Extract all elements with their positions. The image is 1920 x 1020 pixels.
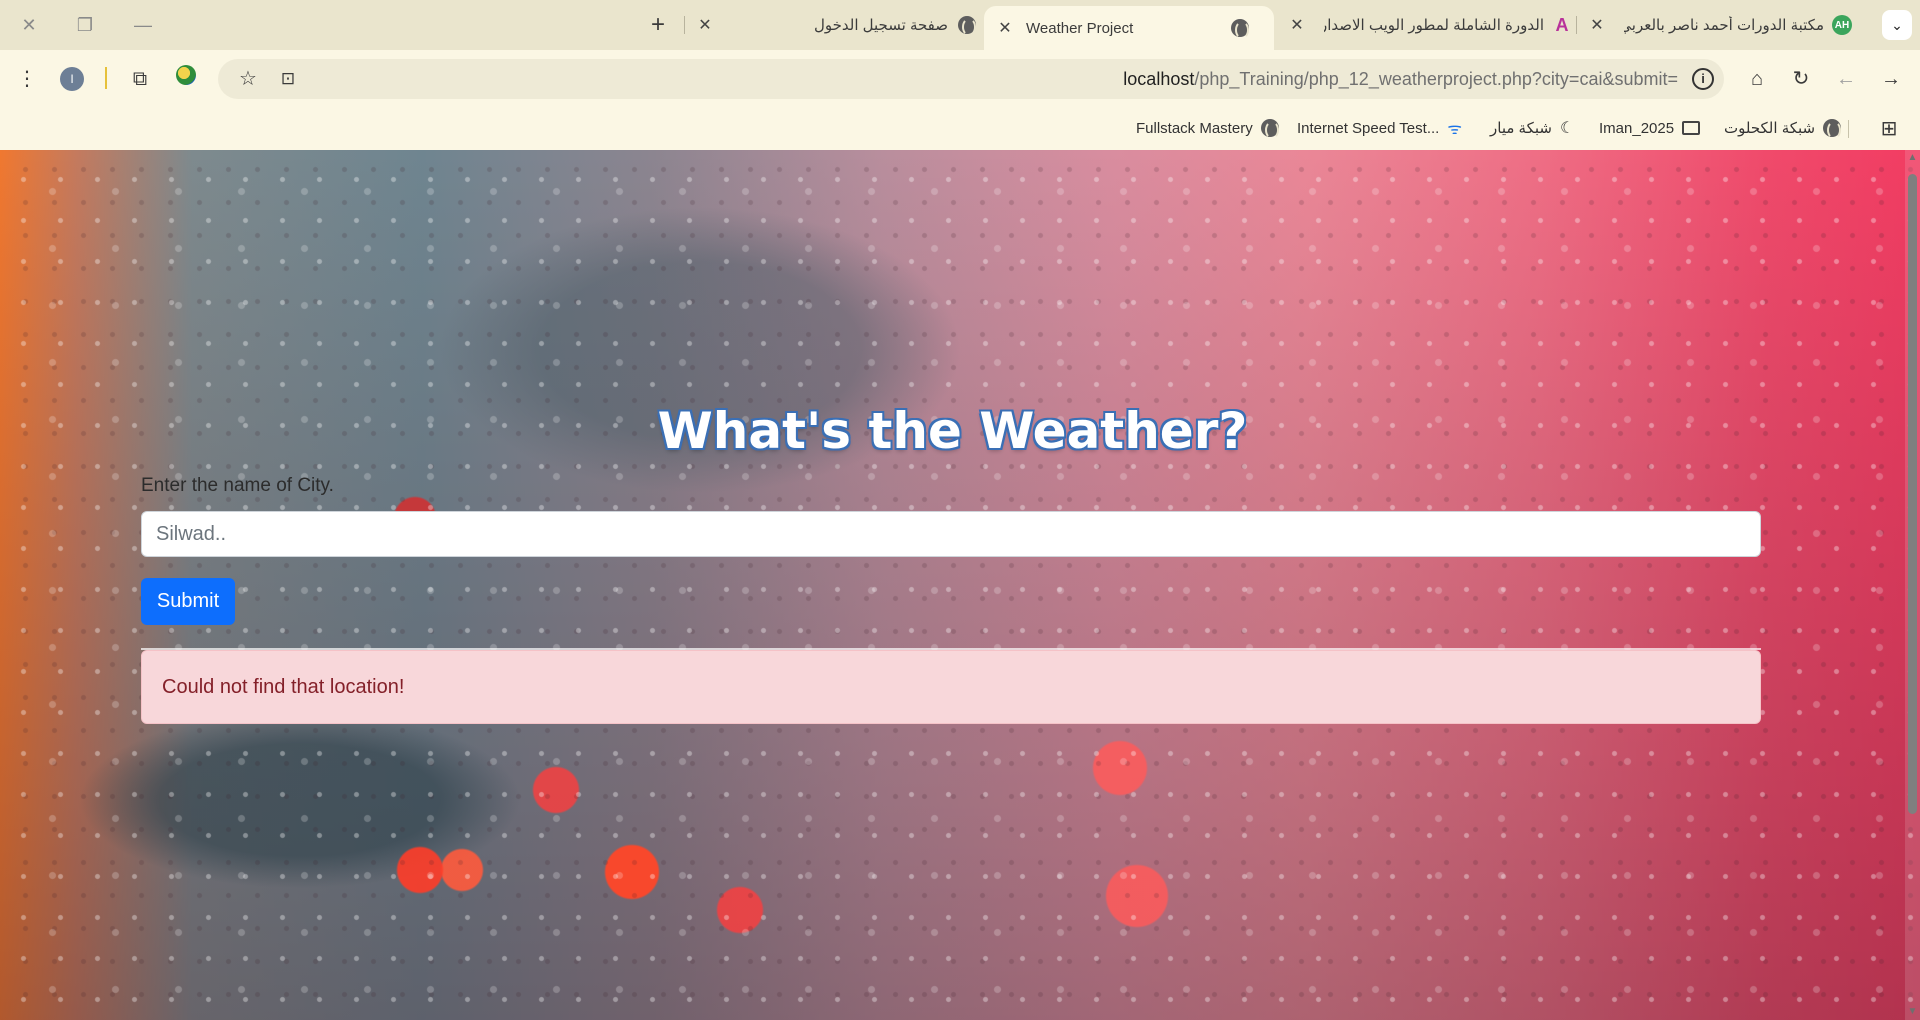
globe-icon bbox=[1823, 119, 1842, 139]
url-text[interactable]: localhost/php_Training/php_12_weatherpro… bbox=[1123, 59, 1678, 99]
globe-icon bbox=[1260, 119, 1279, 139]
extension-globe-icon[interactable] bbox=[172, 65, 200, 93]
browser-toolbar: ⋮ I ⧉ ☆ ⊡ localhost/php_Training/php_12_… bbox=[0, 50, 1920, 107]
tab-weather-project[interactable]: ✕ Weather Project bbox=[984, 6, 1274, 50]
bookmark-speed-test[interactable]: Internet Speed Test... ᯤ bbox=[1297, 117, 1462, 139]
course-logo-icon: A bbox=[1555, 14, 1569, 35]
rain-background bbox=[0, 150, 1920, 1020]
tab-title: الدورة الشاملة لمطور الويب الاصدار bbox=[1324, 17, 1544, 34]
close-tab-icon[interactable]: ✕ bbox=[1584, 15, 1610, 35]
bookmark-kahlout[interactable]: شبكة الكحلوت bbox=[1724, 117, 1842, 139]
site-info-icon[interactable]: i bbox=[1692, 68, 1714, 90]
tab-title: Weather Project bbox=[1026, 19, 1134, 37]
url-path: /php_Training/php_12_weatherproject.php?… bbox=[1194, 69, 1678, 89]
restore-window-icon[interactable]: ❐ bbox=[70, 10, 100, 40]
page-scrollbar[interactable]: ▲ ▼ bbox=[1905, 150, 1920, 1020]
ah-logo-icon: AH bbox=[1832, 15, 1852, 35]
bookmark-mayar[interactable]: شبكة ميار ☾ bbox=[1490, 117, 1574, 139]
moon-icon: ☾ bbox=[1559, 120, 1575, 137]
minimize-window-icon[interactable]: — bbox=[128, 10, 158, 40]
reload-icon[interactable]: ↻ bbox=[1787, 65, 1815, 93]
close-window-icon[interactable]: ✕ bbox=[14, 10, 44, 40]
city-label: Enter the name of City. bbox=[141, 475, 334, 496]
page-viewport: What's the Weather? Enter the name of Ci… bbox=[0, 150, 1920, 1020]
tab-login[interactable]: ✕ صفحة تسجيل الدخول bbox=[692, 0, 980, 50]
bookmark-label: Iman_2025 bbox=[1599, 119, 1675, 137]
forward-arrow-icon[interactable]: ← bbox=[1832, 65, 1860, 93]
profile-avatar[interactable]: I bbox=[60, 67, 84, 91]
scroll-down-arrow-icon[interactable]: ▼ bbox=[1907, 1007, 1918, 1017]
back-arrow-icon[interactable]: → bbox=[1877, 65, 1905, 93]
error-message: Could not find that location! bbox=[162, 676, 405, 698]
new-tab-button[interactable]: + bbox=[648, 0, 668, 50]
tab-courses-library[interactable]: ✕ مكتبة الدورات أحمد ناصر بالعربي AH bbox=[1584, 0, 1860, 50]
bookmark-label: شبكة الكحلوت bbox=[1724, 120, 1816, 137]
divider bbox=[1848, 120, 1849, 138]
close-tab-icon[interactable]: ✕ bbox=[1284, 15, 1310, 35]
bookmark-label: Fullstack Mastery bbox=[1136, 119, 1253, 137]
tab-search-chevron-icon[interactable]: ⌄ bbox=[1882, 10, 1912, 40]
bookmark-fullstack-mastery[interactable]: Fullstack Mastery bbox=[1136, 117, 1279, 139]
submit-button[interactable]: Submit bbox=[141, 578, 235, 625]
bookmark-iman-folder[interactable]: Iman_2025 bbox=[1599, 117, 1701, 139]
close-tab-icon[interactable]: ✕ bbox=[992, 18, 1018, 38]
folder-icon bbox=[1682, 121, 1701, 135]
url-host: localhost bbox=[1123, 69, 1195, 89]
error-alert: Could not find that location! bbox=[141, 650, 1761, 724]
tab-strip: ✕ ❐ — + ✕ صفحة تسجيل الدخول ✕ Weather Pr… bbox=[0, 0, 1920, 50]
tab-title: صفحة تسجيل الدخول bbox=[813, 17, 948, 34]
address-bar[interactable]: ☆ ⊡ localhost/php_Training/php_12_weathe… bbox=[218, 59, 1724, 99]
divider bbox=[105, 67, 107, 89]
translate-page-icon[interactable]: ⊡ bbox=[274, 65, 302, 93]
page-title: What's the Weather? bbox=[657, 402, 1248, 460]
bookmark-label: شبكة ميار bbox=[1490, 120, 1552, 137]
scroll-thumb[interactable] bbox=[1908, 174, 1917, 814]
scroll-up-arrow-icon[interactable]: ▲ bbox=[1907, 153, 1918, 163]
home-icon[interactable]: ⌂ bbox=[1743, 65, 1771, 93]
tab-title: مكتبة الدورات أحمد ناصر بالعربي bbox=[1624, 17, 1824, 34]
globe-icon bbox=[1231, 19, 1249, 39]
wifi-icon: ᯤ bbox=[1447, 121, 1462, 138]
bookmark-star-icon[interactable]: ☆ bbox=[234, 65, 262, 93]
close-tab-icon[interactable]: ✕ bbox=[692, 15, 718, 35]
city-input[interactable] bbox=[141, 511, 1761, 557]
tab-web-course[interactable]: ✕ الدورة الشاملة لمطور الويب الاصدار A bbox=[1284, 0, 1594, 50]
extensions-puzzle-icon[interactable]: ⧉ bbox=[126, 65, 154, 93]
globe-icon bbox=[958, 16, 976, 36]
menu-kebab-icon[interactable]: ⋮ bbox=[13, 65, 41, 93]
apps-grid-icon[interactable]: ⊞ bbox=[1875, 115, 1903, 143]
bookmarks-bar: Fullstack Mastery Internet Speed Test...… bbox=[0, 107, 1920, 150]
plus-icon: + bbox=[650, 11, 665, 38]
bookmark-label: Internet Speed Test... bbox=[1297, 119, 1440, 137]
